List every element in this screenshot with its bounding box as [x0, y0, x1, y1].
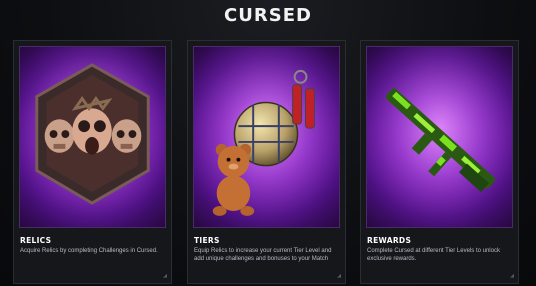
tiers-card[interactable]: TIERS Equip Relics to increase your curr… [187, 40, 346, 284]
card-title: REWARDS [367, 236, 412, 245]
card-description: Equip Relics to increase your current Ti… [194, 248, 332, 262]
relics-card[interactable]: RELICS Acquire Relics by completing Chal… [13, 40, 172, 284]
relics-art [19, 46, 166, 228]
camo-rifle-icon [367, 47, 512, 227]
card-description: Acquire Relics by completing Challenges … [20, 248, 158, 254]
mode-cards: RELICS Acquire Relics by completing Chal… [13, 40, 523, 284]
tiers-art [193, 46, 340, 228]
card-description: Complete Cursed at different Tier Levels… [367, 248, 500, 262]
rewards-card[interactable]: REWARDS Complete Cursed at different Tie… [360, 40, 519, 284]
rewards-art [366, 46, 513, 228]
corner-mark-icon: ◢ [510, 273, 514, 279]
page-title: CURSED [224, 5, 312, 26]
corner-mark-icon: ◢ [163, 273, 167, 279]
skull-relic-icon [20, 47, 165, 227]
teddy-bear-orb-icon [194, 47, 339, 227]
card-title: TIERS [194, 236, 220, 245]
corner-mark-icon: ◢ [337, 273, 341, 279]
card-title: RELICS [20, 236, 52, 245]
